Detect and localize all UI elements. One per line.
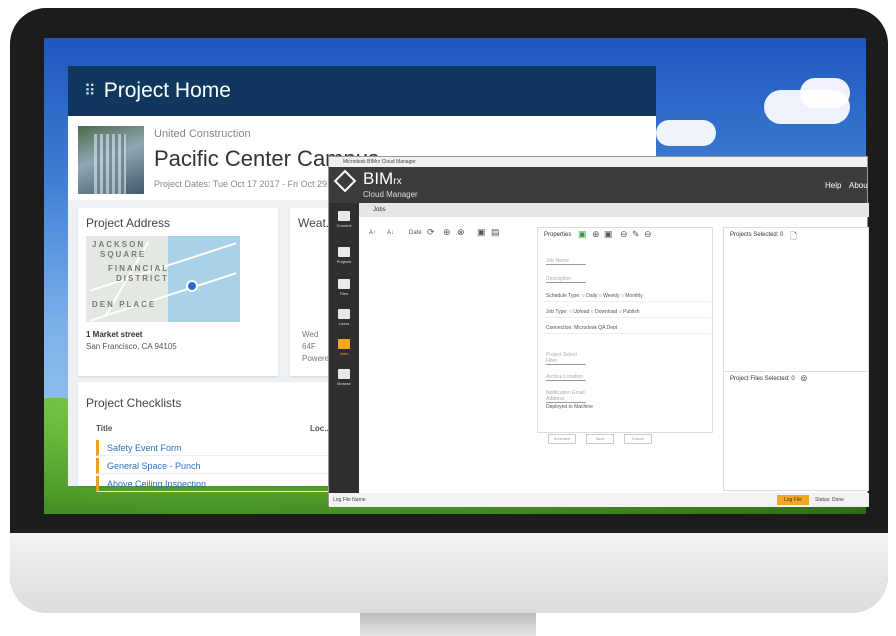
map-label: JACKSON: [92, 240, 146, 249]
add-job-icon[interactable]: ⊕: [443, 227, 451, 238]
sort-asc-button[interactable]: A↑: [369, 230, 376, 236]
log-file-button[interactable]: Log File: [777, 495, 809, 505]
menu-about[interactable]: Abou: [849, 181, 868, 190]
project-thumbnail: [78, 126, 144, 194]
jobs-icon: [338, 339, 350, 349]
bimrx-brand: BIMrx: [363, 169, 402, 188]
files-icon[interactable]: ⊚: [800, 373, 808, 384]
menu-help[interactable]: Help: [825, 181, 841, 190]
address-city: San Francisco, CA 94105: [86, 342, 177, 351]
job-type-publish-radio[interactable]: Publish: [623, 309, 639, 315]
jobs-list[interactable]: [365, 241, 533, 491]
deployed-machine-label: Deployed to Machine: [546, 404, 593, 410]
job-type-download-radio[interactable]: Download: [595, 309, 617, 315]
cancel-button[interactable]: Cancel: [624, 434, 652, 444]
status-bar: Log File Name Log File Status: Done: [329, 493, 869, 507]
notification-email-field[interactable]: Notification Email Address: [546, 390, 586, 403]
address-map[interactable]: JACKSON SQUARE FINANCIAL DISTRICT DEN PL…: [86, 236, 240, 322]
properties-panel: Properties ▣ ⊕ ▣ ⊖ ✎ ⊖ Job Name Descript…: [537, 227, 713, 444]
company-name: United Construction: [154, 128, 251, 140]
sidebar-item-projects[interactable]: Projects: [329, 247, 359, 264]
connection-row[interactable]: Connection: Microdesk QA Dept: [542, 322, 710, 334]
sidebar-item-jobs[interactable]: Jobs: [329, 339, 359, 356]
sidebar-item-browse[interactable]: Browse: [329, 369, 359, 386]
projects-selected-panel: Projects Selected: 0 🗋: [723, 227, 869, 375]
project-home-header: ⠿ Project Home: [68, 66, 656, 116]
map-label: SQUARE: [100, 250, 147, 259]
building-icon: [338, 247, 350, 257]
archive-location-field[interactable]: Archive Location: [546, 374, 586, 381]
map-label: DISTRICT: [116, 274, 169, 283]
bimrx-titlebar: Microdesk BIMrx Cloud Manager: [329, 157, 867, 167]
job-type-upload-radio[interactable]: Upload: [573, 309, 589, 315]
sidebar-item-users[interactable]: Users: [329, 309, 359, 326]
job-type-row: Job Type: ○ Upload ○ Download ○ Publish: [542, 306, 710, 318]
tab-jobs[interactable]: Jobs: [359, 203, 869, 217]
sort-date-button[interactable]: Date: [409, 230, 422, 236]
refresh-icon[interactable]: ⟳: [427, 227, 435, 238]
status-text: Status: Done: [815, 497, 844, 503]
folder-icon: [338, 279, 350, 289]
paste-icon[interactable]: ▤: [491, 227, 500, 238]
job-name-field[interactable]: Job Name: [546, 258, 586, 265]
users-icon: [338, 309, 350, 319]
schedule-monthly-radio[interactable]: Monthly: [625, 293, 643, 299]
schedule-weekly-radio[interactable]: Weekly: [603, 293, 619, 299]
bimrx-window: Microdesk BIMrx Cloud Manager BIMrx Clou…: [328, 156, 869, 507]
jobs-toolbar: A↑ A↓ Date ⟳ ⊕ ⊗ ▣ ▤: [365, 227, 537, 241]
weather-day: Wed: [302, 330, 319, 339]
weather-temp: 64F: [302, 342, 316, 351]
project-select-filter[interactable]: Project Select Filter: [546, 352, 586, 365]
page-title: Project Home: [103, 79, 231, 102]
monitor-stand: [360, 613, 536, 636]
log-file-name: Log File Name: [333, 497, 366, 503]
copy-icon[interactable]: ▣: [477, 227, 486, 238]
bimrx-sidebar: Connect Projects Files Users Jobs Browse: [329, 203, 359, 493]
sidebar-item-files[interactable]: Files: [329, 279, 359, 296]
project-files-panel: Project Files Selected: 0 ⊚: [723, 371, 869, 491]
projects-selected-label: Projects Selected: 0: [730, 232, 784, 238]
description-field[interactable]: Description: [546, 276, 586, 283]
schedule-type-row: Schedule Type: ○ Daily ○ Weekly ○ Monthl…: [542, 290, 710, 302]
save-button[interactable]: Save: [586, 434, 614, 444]
schedule-daily-radio[interactable]: Daily: [586, 293, 597, 299]
map-label: DEN PLACE: [92, 300, 157, 309]
copy-icon[interactable]: ▣: [604, 229, 613, 240]
add-icon[interactable]: ⊕: [592, 229, 600, 240]
schedule-button[interactable]: Schedule: [548, 434, 576, 444]
address-street: 1 Market street: [86, 330, 143, 339]
bimrx-subtitle: Cloud Manager: [363, 190, 418, 199]
properties-title: Properties: [544, 232, 572, 238]
project-address-card: Project Address JACKSON SQUARE FINANCIAL…: [78, 208, 278, 376]
project-files-selected-label: Project Files Selected: 0: [730, 376, 795, 382]
minus-icon[interactable]: ⊖: [644, 229, 652, 240]
remove-icon[interactable]: ⊖: [620, 229, 628, 240]
search-icon: [338, 369, 350, 379]
shield-icon: [338, 211, 350, 221]
checklists-title: Project Checklists: [86, 396, 182, 410]
monitor-chin: [10, 533, 888, 613]
address-card-title: Project Address: [86, 216, 171, 230]
bimrx-header: BIMrx Cloud Manager Help Abou: [329, 167, 868, 203]
sort-desc-button[interactable]: A↓: [387, 230, 394, 236]
remove-job-icon[interactable]: ⊗: [457, 227, 465, 238]
document-icon[interactable]: 🗋: [790, 229, 797, 245]
checklists-col-title: Title: [96, 424, 113, 433]
map-label: FINANCIAL: [108, 264, 170, 273]
bimrx-logo-icon: [333, 169, 357, 193]
grid-menu-icon[interactable]: ⠿: [84, 81, 96, 101]
sidebar-item-connect[interactable]: Connect: [329, 211, 359, 228]
project-dates: Project Dates: Tue Oct 17 2017 - Fri Oct…: [154, 179, 338, 189]
edit-icon[interactable]: ✎: [632, 229, 640, 240]
save-icon[interactable]: ▣: [578, 229, 587, 240]
location-pin-icon[interactable]: [186, 280, 198, 292]
